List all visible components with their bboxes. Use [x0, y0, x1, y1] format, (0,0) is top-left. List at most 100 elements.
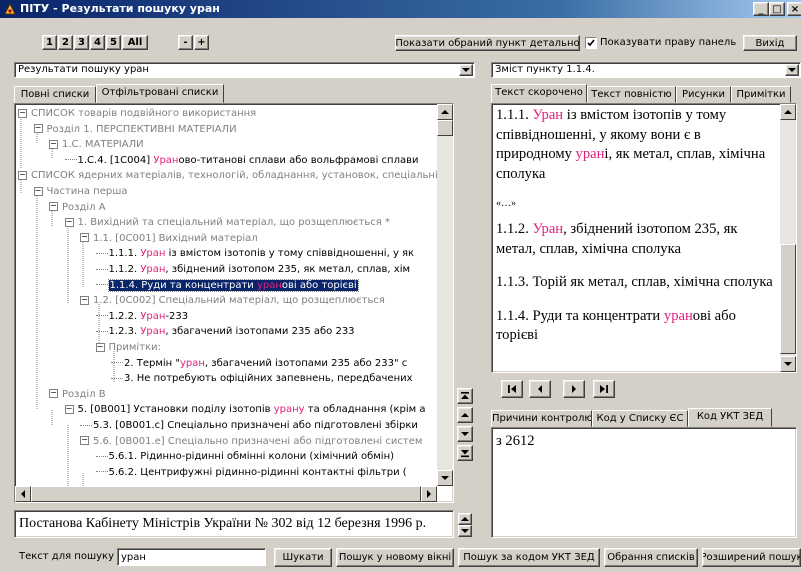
tree-first-button[interactable] — [457, 388, 473, 404]
level-1-button[interactable]: 1 — [42, 35, 57, 50]
tree-item-text: 3. Не потребують офіційних запевнень, пе… — [124, 373, 413, 385]
tab-filtered-lists[interactable]: Отфільтровані списки — [96, 84, 224, 103]
tab-full-lists[interactable]: Повні списки — [14, 86, 96, 103]
tree-item[interactable]: 1.1.4. Руди та концентрати уранові або т… — [95, 278, 359, 294]
tree-item[interactable]: −5.6. [0В001.е] Спеціально призначені аб… — [80, 434, 422, 450]
tree-item[interactable]: 1.1.1. Уран із вмістом ізотопів у тому с… — [95, 246, 414, 262]
collapse-toggle-icon[interactable]: − — [64, 404, 74, 414]
minimize-button[interactable]: _ — [753, 2, 769, 16]
search-button[interactable]: Шукати — [274, 548, 332, 567]
tab-uktzed-code[interactable]: Код УКТ ЗЕД — [688, 408, 772, 427]
collapse-toggle-icon[interactable]: − — [49, 389, 58, 399]
tree-item[interactable]: 5.6.1. Рідинно-рідинні обмінні колони (х… — [95, 449, 394, 465]
collapse-toggle-icon[interactable]: − — [49, 202, 58, 212]
show-detail-button[interactable]: Показати обраний пункт детально — [395, 35, 580, 51]
collapse-toggle-icon[interactable]: − — [49, 139, 58, 149]
level-5-button[interactable]: 5 — [106, 35, 121, 50]
spinner-down-button[interactable] — [458, 525, 472, 537]
scroll-thumb[interactable] — [437, 120, 453, 136]
chevron-down-icon[interactable] — [785, 64, 799, 76]
collapse-toggle-icon[interactable]: − — [80, 436, 89, 446]
tree-item[interactable]: 1.2.2. Уран-233 — [95, 309, 188, 325]
results-tree[interactable]: − СПИСОК товарів подвійного використання −… — [14, 103, 454, 503]
scroll-down-button[interactable] — [780, 356, 796, 372]
tree-item[interactable]: − Розділ В — [49, 387, 106, 403]
collapse-toggle-icon[interactable]: − — [18, 108, 27, 118]
tree-vscrollbar[interactable] — [437, 104, 453, 486]
maximize-button[interactable]: □ — [769, 2, 785, 16]
tree-prev-button[interactable] — [457, 407, 473, 423]
exit-button[interactable]: Вихід — [743, 35, 797, 51]
tree-next-button[interactable] — [457, 426, 473, 442]
content-text: 1.1.4. Руди та концентрати — [496, 307, 664, 324]
tree-item[interactable]: − Розділ А — [49, 200, 106, 216]
collapse-toggle-icon[interactable]: − — [80, 233, 89, 243]
tree-item[interactable]: 5.3. [0В001.с] Спеціально призначені або… — [80, 418, 418, 434]
search-by-code-button[interactable]: Пошук за кодом УКТ ЗЕД — [458, 548, 600, 567]
collapse-button[interactable]: - — [178, 35, 193, 50]
tab-notes[interactable]: Примітки — [731, 86, 791, 103]
tree-item[interactable]: − СПИСОК товарів подвійного використання — [18, 106, 256, 122]
tree-item[interactable]: 1.1.2. Уран, збіднений ізотопом 235, як … — [95, 262, 410, 278]
tree-item[interactable]: −1.С. МАТЕРІАЛИ — [49, 137, 144, 153]
collapse-toggle-icon[interactable]: − — [95, 342, 105, 352]
record-prev-button[interactable] — [529, 380, 551, 398]
tree-item[interactable]: − Примітки: — [95, 340, 161, 356]
tree-item[interactable]: −5. [0В001] Установки поділу ізотопів ур… — [64, 402, 425, 418]
close-button[interactable]: × — [787, 2, 801, 16]
tree-item[interactable]: 5.6.2. Центрифужні рідинно-рідинні конта… — [95, 465, 407, 481]
tree-item[interactable]: − СПИСОК ядерних матеріалів, технологій, … — [18, 168, 438, 184]
item-content-combo[interactable]: Зміст пункту 1.1.4. — [491, 62, 801, 78]
tree-item[interactable]: − Розділ 1. ПЕРСПЕКТИВНІ МАТЕРІАЛИ — [33, 122, 237, 138]
tree-item-text: Розділ В — [62, 388, 106, 400]
level-all-button[interactable]: All — [122, 35, 148, 50]
list-selector-combo[interactable]: Результати пошуку уран — [14, 62, 475, 78]
first-icon — [508, 385, 516, 393]
tree-item[interactable]: − Частина перша — [33, 184, 127, 200]
search-bar: Текст для пошуку Шукати Пошук у новому в… — [0, 540, 801, 572]
scroll-up-button[interactable] — [437, 104, 453, 120]
tree-item[interactable]: 1.С.4. [1С004] Ураново-титанові сплави а… — [64, 153, 418, 169]
spinner-up-button[interactable] — [458, 513, 472, 525]
tree-item[interactable]: −1.2. [0С002] Спеціальний матеріал, що р… — [80, 293, 385, 309]
scroll-left-button[interactable] — [15, 486, 31, 502]
collapse-toggle-icon[interactable]: − — [18, 170, 27, 180]
tab-pictures[interactable]: Рисунки — [676, 86, 731, 103]
tree-item[interactable]: 2. Термін "уран, збагачений ізотопами 23… — [111, 356, 407, 372]
level-3-button[interactable]: 3 — [74, 35, 89, 50]
item-content: 1.1.1. Уран із вмістом ізотопів у тому с… — [496, 106, 774, 360]
chevron-down-icon[interactable] — [459, 64, 473, 76]
collapse-toggle-icon[interactable]: − — [80, 295, 89, 305]
level-2-button[interactable]: 2 — [58, 35, 73, 50]
tree-item[interactable]: 1.2.3. Уран, збагачений ізотопами 235 аб… — [95, 324, 355, 340]
tab-eu-list-code[interactable]: Код у Списку ЄС — [592, 410, 688, 427]
collapse-toggle-icon[interactable]: − — [64, 217, 74, 227]
tree-item[interactable]: 3. Не потребують офіційних запевнень, пе… — [111, 371, 413, 387]
collapse-toggle-icon[interactable]: − — [33, 186, 43, 196]
tab-control-reasons[interactable]: Причини контролю — [491, 410, 592, 427]
source-spinner[interactable] — [458, 513, 472, 537]
tree-last-button[interactable] — [457, 445, 473, 461]
record-last-button[interactable] — [593, 380, 615, 398]
tree-item[interactable]: −1. Вихідний та спеціальний матеріал, що… — [64, 215, 390, 231]
scroll-down-button[interactable] — [437, 470, 453, 486]
scroll-right-button[interactable] — [421, 486, 437, 502]
tab-full-text[interactable]: Текст повністю — [587, 86, 676, 103]
right-panel-checkbox[interactable] — [585, 37, 597, 49]
hscroll-thumb[interactable] — [31, 486, 421, 502]
tab-short-text[interactable]: Текст скорочено — [491, 84, 587, 103]
search-new-window-button[interactable]: Пошук у новому вікні — [336, 548, 454, 567]
content-vscrollbar[interactable] — [780, 104, 796, 372]
expand-button[interactable]: + — [194, 35, 209, 50]
select-lists-button[interactable]: Обрання списків — [604, 548, 698, 567]
record-first-button[interactable] — [501, 380, 523, 398]
advanced-search-button[interactable]: Розширений пошук — [702, 548, 801, 567]
tree-item[interactable]: −1.1. [0С001] Вихідний матеріал — [80, 231, 258, 247]
tree-hscrollbar[interactable] — [15, 486, 437, 502]
content-scroll-thumb[interactable] — [780, 244, 796, 354]
record-next-button[interactable] — [563, 380, 585, 398]
scroll-up-button[interactable] — [780, 104, 796, 120]
level-4-button[interactable]: 4 — [90, 35, 105, 50]
search-input[interactable] — [117, 548, 266, 566]
collapse-toggle-icon[interactable]: − — [33, 124, 43, 134]
